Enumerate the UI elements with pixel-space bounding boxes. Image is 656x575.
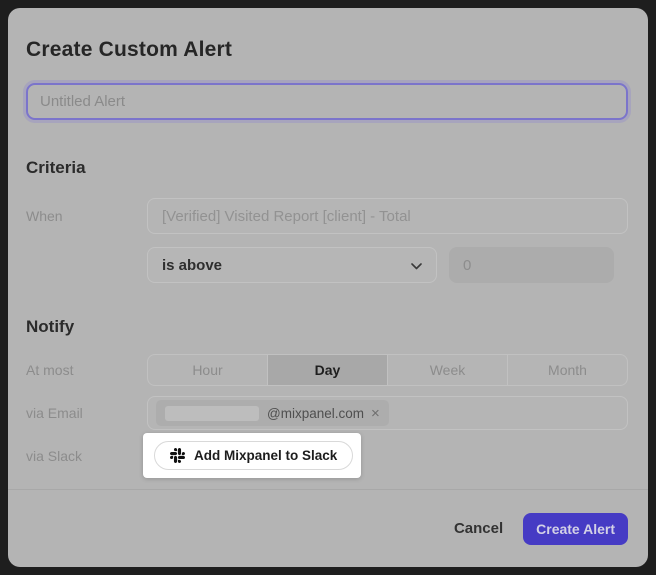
threshold-input[interactable]: 0 bbox=[449, 247, 614, 283]
tutorial-spotlight: Add Mixpanel to Slack bbox=[143, 433, 361, 478]
via-email-label: via Email bbox=[26, 405, 147, 421]
slack-logo-icon bbox=[170, 448, 185, 463]
criteria-heading: Criteria bbox=[26, 158, 628, 178]
cancel-button[interactable]: Cancel bbox=[454, 520, 503, 537]
threshold-value: 0 bbox=[463, 257, 471, 274]
dialog-footer: Cancel Create Alert bbox=[8, 489, 648, 567]
email-row: via Email @mixpanel.com × bbox=[26, 396, 628, 430]
segment-week[interactable]: Week bbox=[388, 355, 508, 385]
operator-dropdown-value: is above bbox=[162, 257, 222, 274]
email-recipients-field[interactable]: @mixpanel.com × bbox=[147, 396, 628, 430]
operator-row: is above 0 bbox=[26, 247, 628, 283]
frequency-segmented-control: Hour Day Week Month bbox=[147, 354, 628, 386]
segment-day[interactable]: Day bbox=[268, 355, 388, 385]
segment-hour[interactable]: Hour bbox=[148, 355, 268, 385]
slack-button-label: Add Mixpanel to Slack bbox=[194, 448, 337, 463]
segment-month[interactable]: Month bbox=[508, 355, 627, 385]
alert-name-input[interactable] bbox=[26, 83, 628, 120]
at-most-label: At most bbox=[26, 362, 147, 378]
dialog-title: Create Custom Alert bbox=[26, 38, 628, 62]
when-label: When bbox=[26, 208, 147, 224]
create-custom-alert-dialog: Create Custom Alert Criteria When [Verif… bbox=[8, 8, 648, 567]
frequency-row: At most Hour Day Week Month bbox=[26, 354, 628, 386]
notify-heading: Notify bbox=[26, 317, 628, 337]
email-chip-domain: @mixpanel.com bbox=[267, 406, 364, 421]
email-chip: @mixpanel.com × bbox=[156, 400, 389, 426]
remove-email-icon[interactable]: × bbox=[371, 406, 380, 421]
operator-dropdown[interactable]: is above bbox=[147, 247, 437, 283]
event-field-value: [Verified] Visited Report [client] - Tot… bbox=[162, 208, 411, 225]
create-alert-button[interactable]: Create Alert bbox=[523, 513, 628, 545]
via-slack-label: via Slack bbox=[26, 448, 147, 464]
slack-row: via Slack Add Mixpanel to Sl bbox=[26, 433, 628, 478]
add-mixpanel-to-slack-button[interactable]: Add Mixpanel to Slack bbox=[154, 441, 353, 470]
when-row: When [Verified] Visited Report [client] … bbox=[26, 198, 628, 234]
chevron-down-icon bbox=[411, 257, 422, 274]
redacted-email-name bbox=[165, 406, 259, 421]
event-field[interactable]: [Verified] Visited Report [client] - Tot… bbox=[147, 198, 628, 234]
